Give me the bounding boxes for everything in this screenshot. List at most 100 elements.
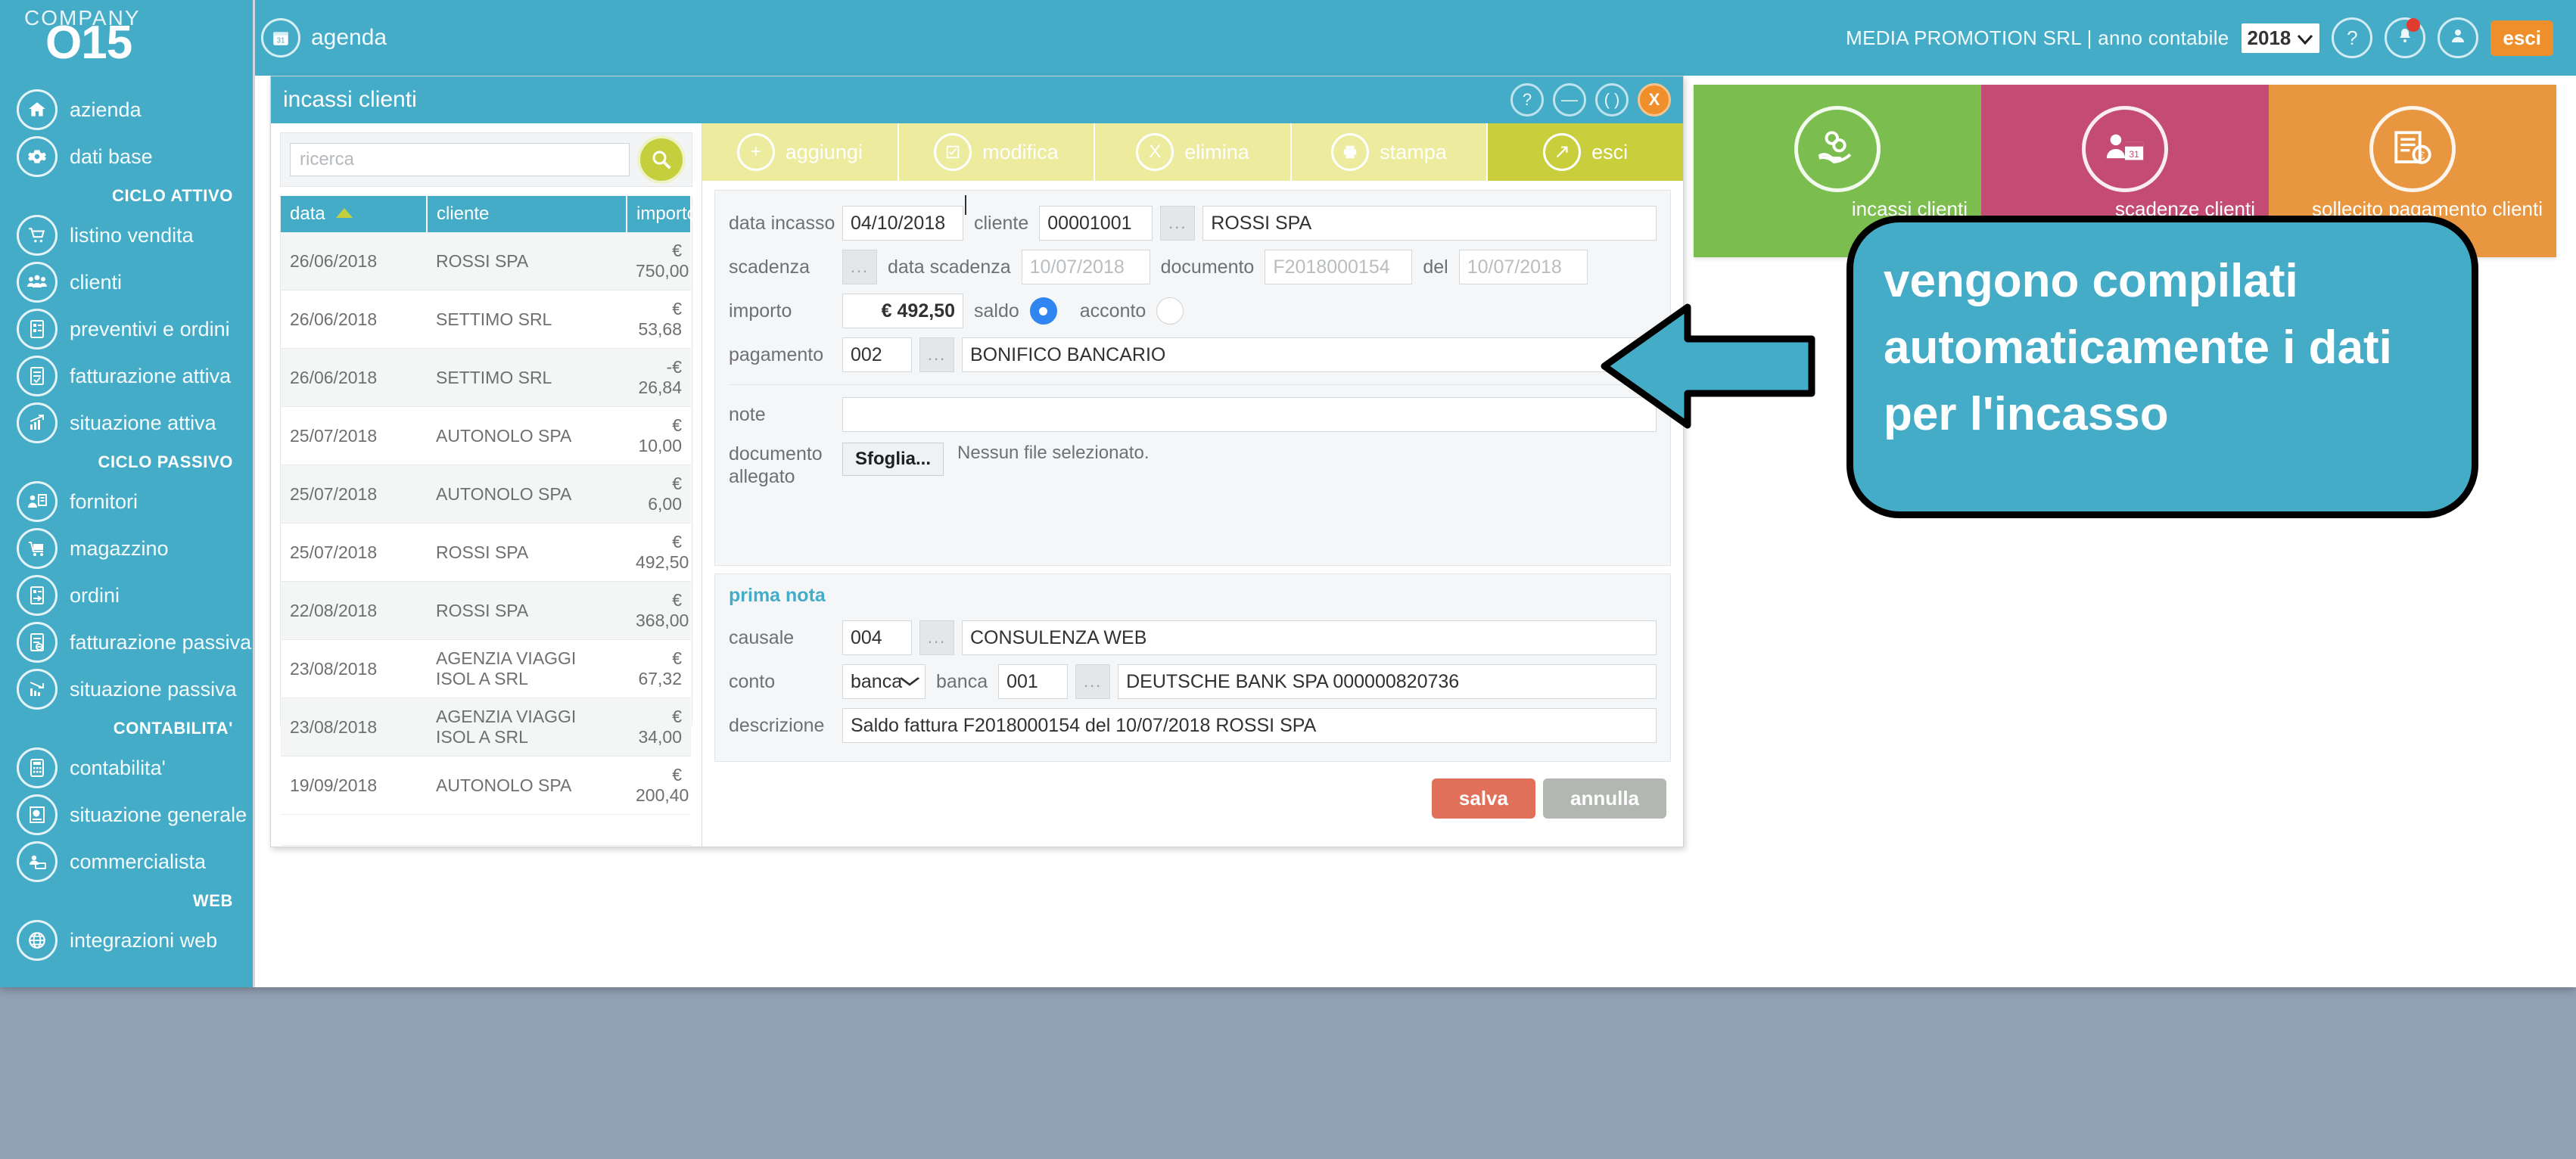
cell-importo: € 67,32 <box>627 639 691 698</box>
table-row[interactable]: 26/06/2018 SETTIMO SRL € 53,68 <box>281 290 691 349</box>
note-input[interactable] <box>842 397 1657 432</box>
documento-input[interactable]: F2018000154 <box>1265 250 1413 284</box>
sidebar-item-fatturazione-attiva[interactable]: fatturazione attiva <box>0 353 253 399</box>
form-row-documento-allegato: documento allegato Sfoglia... Nessun fil… <box>729 437 1657 508</box>
table-row[interactable]: 25/07/2018 AUTONOLO SPA € 6,00 <box>281 465 691 524</box>
supplier-icon <box>17 481 58 522</box>
pagamento-code-input[interactable]: 002 <box>842 337 912 372</box>
sidebar-item-dati-base[interactable]: dati base <box>0 133 253 180</box>
records-table-body: 26/06/2018 ROSSI SPA € 750,00 26/06/2018 SE… <box>281 232 691 815</box>
form-row-importo: importo € 492,50 saldo acconto <box>729 289 1657 333</box>
home-icon <box>17 89 58 130</box>
column-header-importo[interactable]: importo <box>627 196 697 232</box>
documento-allegato-label-line2: allegato <box>729 466 795 487</box>
globe-icon <box>17 920 58 961</box>
sidebar-item-listino-vendita[interactable]: listino vendita <box>0 212 253 259</box>
stampa-button[interactable]: stampa <box>1291 123 1489 181</box>
dialog-help-button[interactable]: ? <box>1510 83 1544 117</box>
help-button[interactable]: ? <box>2332 17 2373 58</box>
sidebar-item-label: ordini <box>70 583 120 607</box>
salva-button[interactable]: salva <box>1431 778 1535 819</box>
column-header-cliente[interactable]: cliente <box>427 196 627 232</box>
chevron-down-icon <box>898 674 921 690</box>
banca-code-input[interactable]: 001 <box>998 664 1069 699</box>
cliente-lookup-button[interactable]: ... <box>1160 206 1196 241</box>
cart-icon <box>17 215 58 256</box>
causale-lookup-button[interactable]: ... <box>919 620 954 655</box>
cliente-name-input[interactable]: ROSSI SPA <box>1202 206 1657 241</box>
column-header-data[interactable]: data <box>281 196 428 232</box>
sidebar-item-situazione-attiva[interactable]: situazione attiva <box>0 399 253 446</box>
sidebar-item-label: contabilita' <box>70 756 166 779</box>
pagamento-lookup-button[interactable]: ... <box>919 337 954 372</box>
sidebar-item-fatturazione-passiva[interactable]: fatturazione passiva <box>0 619 253 666</box>
annulla-button[interactable]: annulla <box>1542 778 1666 819</box>
module-indicator[interactable]: 31 agenda <box>261 0 387 76</box>
banca-label: banca <box>936 670 988 692</box>
sidebar-item-commercialista[interactable]: commercialista <box>0 838 253 885</box>
causale-desc-input[interactable]: CONSULENZA WEB <box>962 620 1657 655</box>
application-window: COMPANY O15 31 agenda MEDIA PROMOTION SR… <box>0 0 2576 987</box>
form-row-note: note <box>729 393 1657 437</box>
edit-icon <box>934 133 972 171</box>
pagamento-desc-input[interactable]: BONIFICO BANCARIO <box>962 337 1657 372</box>
table-row[interactable]: 26/06/2018 SETTIMO SRL -€ 26,84 <box>281 348 691 407</box>
table-row[interactable]: 26/06/2018 ROSSI SPA € 750,00 <box>281 232 691 291</box>
esci-button[interactable]: esci <box>1488 123 1683 181</box>
dialog-title-bar[interactable]: incassi clienti ? — ( ) X <box>271 76 1683 123</box>
modifica-button[interactable]: modifica <box>898 123 1096 181</box>
user-account-button[interactable] <box>2438 17 2479 58</box>
banca-desc-input[interactable]: DEUTSCHE BANK SPA 000000820736 <box>1118 664 1657 699</box>
del-date-input[interactable]: 10/07/2018 <box>1458 250 1588 284</box>
conto-type-select[interactable]: banca <box>842 664 926 699</box>
search-input[interactable]: ricerca <box>290 143 630 176</box>
dialog-close-button[interactable]: X <box>1638 83 1671 117</box>
sidebar-item-magazzino[interactable]: magazzino <box>0 525 253 572</box>
dialog-minimize-button[interactable]: — <box>1553 83 1586 117</box>
sidebar-item-ordini[interactable]: ordini <box>0 572 253 619</box>
cell-data: 25/07/2018 <box>281 523 427 582</box>
elimina-button[interactable]: X elimina <box>1095 123 1292 181</box>
banca-lookup-button[interactable]: ... <box>1075 664 1111 699</box>
sidebar-item-label: azienda <box>70 98 142 121</box>
form-row-pagamento: pagamento 002 ... BONIFICO BANCARIO <box>729 333 1657 377</box>
search-icon[interactable] <box>640 138 683 181</box>
dialog-restore-button[interactable]: ( ) <box>1595 83 1629 117</box>
accounting-year-select[interactable]: 2018 <box>2241 23 2320 53</box>
data-incasso-input[interactable]: 04/10/2018 <box>842 206 963 241</box>
data-scadenza-input[interactable]: 10/07/2018 <box>1021 250 1150 284</box>
table-row[interactable]: 19/09/2018 AUTONOLO SPA € 200,40 <box>281 756 691 815</box>
scadenza-lookup-button[interactable]: ... <box>842 250 877 284</box>
notifications-button[interactable] <box>2385 17 2426 58</box>
sidebar-item-preventivi-e-ordini[interactable]: preventivi e ordini <box>0 306 253 353</box>
cell-cliente: AUTONOLO SPA <box>427 756 627 815</box>
sidebar-item-contabilita[interactable]: contabilita' <box>0 744 253 791</box>
table-row[interactable]: 23/08/2018 AGENZIA VIAGGI ISOL A SRL € 34,… <box>281 698 691 757</box>
table-row[interactable]: 23/08/2018 AGENZIA VIAGGI ISOL A SRL € 67,… <box>281 639 691 698</box>
brand-logo[interactable]: COMPANY O15 <box>0 0 255 76</box>
descrizione-input[interactable]: Saldo fattura F2018000154 del 10/07/2018… <box>842 708 1657 743</box>
sidebar-item-situazione-passiva[interactable]: situazione passiva <box>0 666 253 713</box>
saldo-radio[interactable] <box>1029 297 1057 325</box>
form-row-conto: conto banca banca 001 ... DEUTSCHE BANK … <box>729 660 1657 704</box>
sidebar-item-azienda[interactable]: azienda <box>0 86 253 133</box>
sidebar-item-label: situazione attiva <box>70 411 216 434</box>
sidebar-item-fornitori[interactable]: fornitori <box>0 478 253 525</box>
cliente-code-input[interactable]: 00001001 <box>1039 206 1153 241</box>
module-label: agenda <box>311 25 387 50</box>
table-row[interactable]: 22/08/2018 ROSSI SPA € 368,00 <box>281 581 691 640</box>
notification-badge <box>2406 18 2421 32</box>
aggiungi-button[interactable]: + aggiungi <box>702 123 899 181</box>
table-row[interactable]: 25/07/2018 AUTONOLO SPA € 10,00 <box>281 406 691 465</box>
sidebar-item-situazione-generale[interactable]: situazione generale <box>0 791 253 838</box>
logout-button[interactable]: esci <box>2490 20 2553 56</box>
sidebar-item-clienti[interactable]: clienti <box>0 259 253 306</box>
importo-input[interactable]: € 492,50 <box>842 294 963 328</box>
records-table-container[interactable]: data cliente importo 26/06/2018 ROSSI SPA… <box>280 196 697 846</box>
sfoglia-button[interactable]: Sfoglia... <box>842 443 944 476</box>
table-row[interactable]: 25/07/2018 ROSSI SPA € 492,50 <box>281 523 691 582</box>
causale-code-input[interactable]: 004 <box>842 620 912 655</box>
sidebar-item-integrazioni-web[interactable]: integrazioni web <box>0 917 253 964</box>
acconto-radio[interactable] <box>1156 297 1184 325</box>
form-row-scadenza: scadenza ... data scadenza 10/07/2018 do… <box>729 245 1657 289</box>
